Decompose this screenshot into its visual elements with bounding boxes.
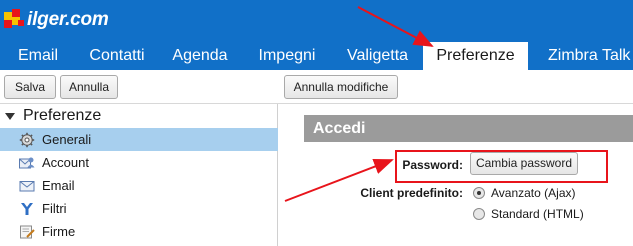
filter-icon [18, 201, 36, 217]
client-option-html[interactable]: Standard (HTML) [473, 207, 584, 221]
account-icon [18, 155, 36, 171]
sidebar-item-filtri[interactable]: Filtri [0, 197, 278, 220]
annotation-highlight-box [395, 150, 608, 183]
sidebar-item-label: Filtri [42, 201, 67, 216]
mail-icon [18, 178, 36, 194]
cancel-button[interactable]: Annulla [60, 75, 118, 99]
section-header-accedi: Accedi [304, 115, 633, 142]
sidebar-item-label: Account [42, 155, 89, 170]
preferences-sidebar: Preferenze Generali Account Email Filtri… [0, 104, 278, 246]
signature-icon [18, 224, 36, 240]
undo-changes-button[interactable]: Annulla modifiche [284, 75, 398, 99]
main-tabs: Email Contatti Agenda Impegni Valigetta … [0, 42, 633, 70]
sidebar-title: Preferenze [23, 107, 102, 124]
tab-agenda[interactable]: Agenda [158, 42, 242, 70]
logo-text: ilger.com [27, 9, 109, 30]
app-header: ilger.com [0, 0, 633, 42]
save-button[interactable]: Salva [4, 75, 56, 99]
default-client-label: Client predefinito: [360, 186, 463, 200]
tab-valigetta[interactable]: Valigetta [332, 42, 423, 70]
gear-icon [18, 132, 36, 148]
sidebar-item-label: Email [42, 178, 75, 193]
sidebar-item-label: Firme [42, 224, 76, 239]
radio-unselected-icon[interactable] [473, 208, 485, 220]
sidebar-item-label: Generali [42, 132, 92, 147]
sidebar-header[interactable]: Preferenze [0, 104, 278, 128]
tab-email[interactable]: Email [0, 42, 76, 70]
client-option-label: Standard (HTML) [491, 207, 584, 221]
toolbar: Salva Annulla Annulla modifiche [0, 70, 633, 104]
sidebar-item-email[interactable]: Email [0, 174, 278, 197]
client-option-ajax[interactable]: Avanzato (Ajax) [473, 186, 576, 200]
logo[interactable]: ilger.com [4, 7, 109, 33]
tab-zimbra-talk[interactable]: Zimbra Talk [528, 42, 633, 70]
tab-contatti[interactable]: Contatti [76, 42, 158, 70]
tab-preferenze[interactable]: Preferenze [423, 42, 528, 70]
collapse-caret-icon[interactable] [5, 112, 15, 120]
logo-mark-icon [4, 9, 26, 31]
radio-selected-icon[interactable] [473, 187, 485, 199]
sidebar-item-firme[interactable]: Firme [0, 220, 278, 243]
sidebar-item-generali[interactable]: Generali [0, 128, 278, 151]
client-option-label: Avanzato (Ajax) [491, 186, 576, 200]
sidebar-item-account[interactable]: Account [0, 151, 278, 174]
tab-impegni[interactable]: Impegni [242, 42, 332, 70]
